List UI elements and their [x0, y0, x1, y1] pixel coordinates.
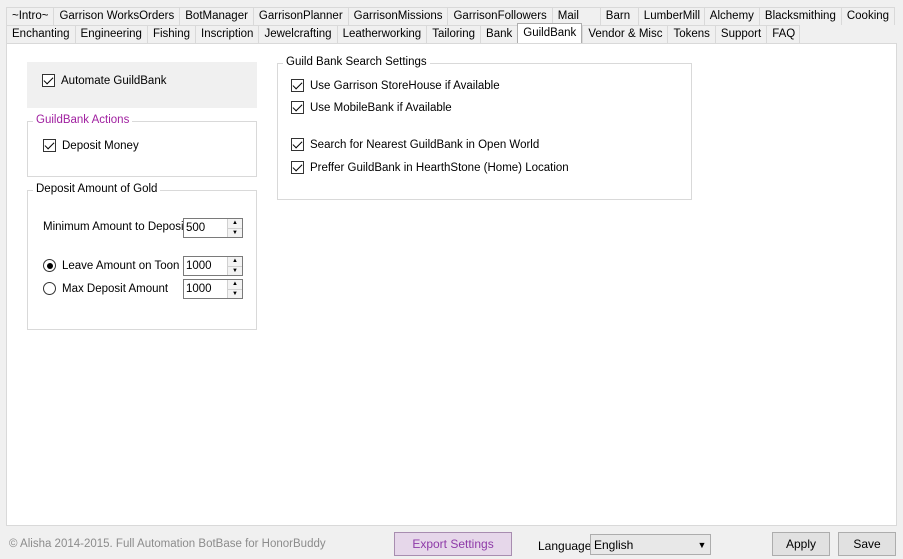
- arrow-up-icon[interactable]: ▲: [228, 219, 242, 229]
- use-mobilebank-label: Use MobileBank if Available: [310, 101, 452, 114]
- tab-inscription[interactable]: Inscription: [195, 25, 259, 43]
- use-storehouse-label: Use Garrison StoreHouse if Available: [310, 79, 500, 92]
- max-deposit-label: Max Deposit Amount: [62, 282, 169, 295]
- max-deposit-stepper[interactable]: 1000 ▲ ▼: [183, 279, 243, 299]
- language-select[interactable]: English ▼: [590, 534, 711, 555]
- tab-jewelcrafting[interactable]: Jewelcrafting: [258, 25, 337, 43]
- search-nearest-checkbox[interactable]: Search for Nearest GuildBank in Open Wor…: [291, 138, 539, 151]
- checkbox-box[interactable]: [291, 79, 304, 92]
- arrow-down-icon[interactable]: ▼: [228, 266, 242, 275]
- stepper-arrows: ▲ ▼: [227, 280, 242, 298]
- tab-vendor-misc[interactable]: Vendor & Misc: [582, 25, 668, 43]
- guildbank-panel: Automate GuildBank GuildBank Actions Dep…: [6, 43, 897, 526]
- copyright-text: © Alisha 2014-2015. Full Automation BotB…: [9, 538, 326, 550]
- deposit-amount-title: Deposit Amount of Gold: [33, 183, 161, 195]
- tab-support[interactable]: Support: [714, 25, 767, 43]
- deposit-money-label: Deposit Money: [62, 139, 139, 152]
- minimum-amount-stepper[interactable]: 500 ▲ ▼: [183, 218, 243, 238]
- tab-blacksmithing[interactable]: Blacksmithing: [758, 7, 841, 25]
- minimum-amount-label: Minimum Amount to Deposit: [43, 221, 187, 233]
- preffer-hearthstone-label: Preffer GuildBank in HearthStone (Home) …: [310, 161, 569, 174]
- leave-amount-value[interactable]: 1000: [184, 257, 227, 275]
- leave-amount-stepper[interactable]: 1000 ▲ ▼: [183, 256, 243, 276]
- save-button[interactable]: Save: [838, 532, 896, 556]
- automate-section: Automate GuildBank: [27, 62, 257, 108]
- tab-row-1: ~Intro~ Garrison WorksOrders BotManager …: [6, 7, 896, 25]
- guild-bank-search-title: Guild Bank Search Settings: [283, 56, 430, 68]
- use-storehouse-checkbox[interactable]: Use Garrison StoreHouse if Available: [291, 79, 500, 92]
- tab-tokens[interactable]: Tokens: [667, 25, 715, 43]
- tab-intro[interactable]: ~Intro~: [6, 7, 54, 25]
- deposit-money-checkbox[interactable]: Deposit Money: [43, 139, 139, 152]
- tab-row-2: Enchanting Engineering Fishing Inscripti…: [6, 23, 801, 43]
- guildbank-actions-group: GuildBank Actions Deposit Money: [27, 114, 257, 177]
- guild-bank-search-group: Guild Bank Search Settings Use Garrison …: [277, 56, 692, 200]
- tab-tailoring[interactable]: Tailoring: [426, 25, 481, 43]
- checkbox-box[interactable]: [291, 101, 304, 114]
- arrow-down-icon[interactable]: ▼: [228, 228, 242, 237]
- chevron-down-icon[interactable]: ▼: [694, 540, 710, 550]
- automate-guildbank-label: Automate GuildBank: [61, 74, 167, 87]
- tab-bank[interactable]: Bank: [480, 25, 518, 43]
- checkbox-box[interactable]: [291, 161, 304, 174]
- tab-botmanager[interactable]: BotManager: [179, 7, 253, 25]
- tab-barn[interactable]: Barn: [599, 7, 638, 25]
- tab-enchanting[interactable]: Enchanting: [6, 25, 75, 43]
- tab-guildbank[interactable]: GuildBank: [517, 23, 583, 43]
- deposit-amount-group: Deposit Amount of Gold Minimum Amount to…: [27, 183, 257, 330]
- checkbox-box[interactable]: [42, 74, 55, 87]
- max-deposit-radio[interactable]: Max Deposit Amount: [43, 282, 168, 295]
- tab-leatherworking[interactable]: Leatherworking: [336, 25, 427, 43]
- radio-button[interactable]: [43, 282, 56, 295]
- radio-button[interactable]: [43, 259, 56, 272]
- tab-garrisonmissions[interactable]: GarrisonMissions: [347, 7, 448, 25]
- use-mobilebank-checkbox[interactable]: Use MobileBank if Available: [291, 101, 452, 114]
- arrow-down-icon[interactable]: ▼: [228, 289, 242, 298]
- tab-alchemy[interactable]: Alchemy: [703, 7, 759, 25]
- arrow-up-icon[interactable]: ▲: [228, 280, 242, 290]
- tab-engineering[interactable]: Engineering: [74, 25, 147, 43]
- apply-button[interactable]: Apply: [772, 532, 830, 556]
- tab-garrison-worksorders[interactable]: Garrison WorksOrders: [53, 7, 180, 25]
- arrow-up-icon[interactable]: ▲: [228, 257, 242, 267]
- automate-guildbank-checkbox[interactable]: Automate GuildBank: [42, 74, 166, 87]
- stepper-arrows: ▲ ▼: [227, 219, 242, 237]
- max-deposit-value[interactable]: 1000: [184, 280, 227, 298]
- checkbox-box[interactable]: [43, 139, 56, 152]
- preffer-hearthstone-checkbox[interactable]: Preffer GuildBank in HearthStone (Home) …: [291, 161, 569, 174]
- stepper-arrows: ▲ ▼: [227, 257, 242, 275]
- tab-cooking[interactable]: Cooking: [840, 7, 896, 25]
- minimum-amount-value[interactable]: 500: [184, 219, 227, 237]
- tab-lumbermill[interactable]: LumberMill: [637, 7, 704, 25]
- tab-fishing[interactable]: Fishing: [146, 25, 196, 43]
- language-label: Language: [538, 539, 592, 553]
- search-nearest-label: Search for Nearest GuildBank in Open Wor…: [310, 138, 540, 151]
- guildbank-actions-title: GuildBank Actions: [33, 114, 133, 126]
- leave-amount-label: Leave Amount on Toon: [62, 259, 180, 272]
- export-settings-button[interactable]: Export Settings: [394, 532, 512, 556]
- language-value: English: [594, 537, 634, 552]
- checkbox-box[interactable]: [291, 138, 304, 151]
- leave-amount-radio[interactable]: Leave Amount on Toon: [43, 259, 179, 272]
- tab-faq[interactable]: FAQ: [766, 25, 801, 43]
- tab-garrisonplanner[interactable]: GarrisonPlanner: [252, 7, 348, 25]
